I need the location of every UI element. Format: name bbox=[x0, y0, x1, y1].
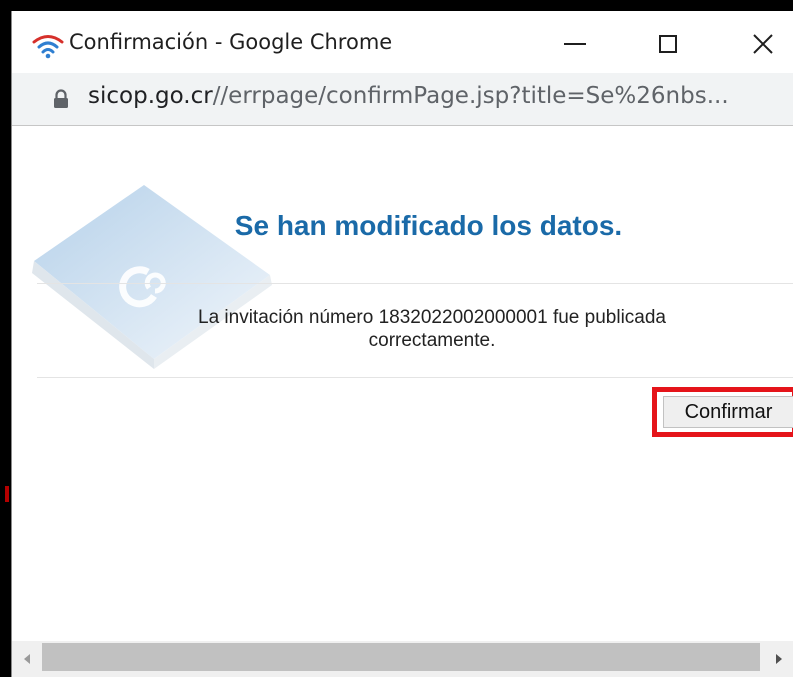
frame-left-mark bbox=[5, 486, 9, 502]
title-bar[interactable]: Confirmación - Google Chrome bbox=[12, 11, 793, 73]
url-domain: sicop.go.cr bbox=[88, 83, 213, 109]
message-line-2: correctamente. bbox=[368, 330, 496, 351]
chevron-left-icon bbox=[24, 654, 30, 664]
url-path: //errpage/confirmPage.jsp?title=Se%26nbs… bbox=[212, 83, 729, 109]
maximize-button[interactable] bbox=[637, 19, 699, 69]
scroll-right-button[interactable] bbox=[764, 641, 793, 677]
confirmation-message: La invitación número 1832022002000001 fu… bbox=[112, 306, 752, 352]
divider bbox=[37, 377, 793, 378]
message-line-1: La invitación número 1832022002000001 fu… bbox=[198, 307, 666, 328]
url-text[interactable]: sicop.go.cr//errpage/confirmPage.jsp?tit… bbox=[88, 83, 729, 109]
maximize-icon bbox=[659, 35, 677, 53]
wifi-signal-icon bbox=[32, 35, 64, 59]
window-title: Confirmación - Google Chrome bbox=[69, 30, 393, 54]
close-icon bbox=[753, 34, 773, 54]
confirm-button[interactable]: Confirmar bbox=[663, 396, 793, 428]
horizontal-scrollbar[interactable] bbox=[12, 641, 793, 677]
close-button[interactable] bbox=[732, 19, 793, 69]
page-title: Se han modificado los datos. bbox=[234, 210, 623, 241]
chrome-popup-window: Confirmación - Google Chrome sicop.go.cr… bbox=[11, 11, 793, 677]
page-content: Se han modificado los datos. La invitaci… bbox=[12, 126, 793, 641]
chevron-right-icon bbox=[776, 654, 782, 664]
divider bbox=[37, 283, 793, 284]
minimize-button[interactable] bbox=[544, 19, 606, 69]
lock-icon bbox=[54, 89, 68, 108]
frame-left-border bbox=[0, 0, 11, 677]
minimize-icon bbox=[564, 43, 586, 45]
frame-top-border bbox=[0, 0, 793, 11]
screen: Confirmación - Google Chrome sicop.go.cr… bbox=[0, 0, 793, 677]
scroll-left-button[interactable] bbox=[12, 641, 42, 677]
scrollbar-thumb[interactable] bbox=[42, 643, 760, 671]
